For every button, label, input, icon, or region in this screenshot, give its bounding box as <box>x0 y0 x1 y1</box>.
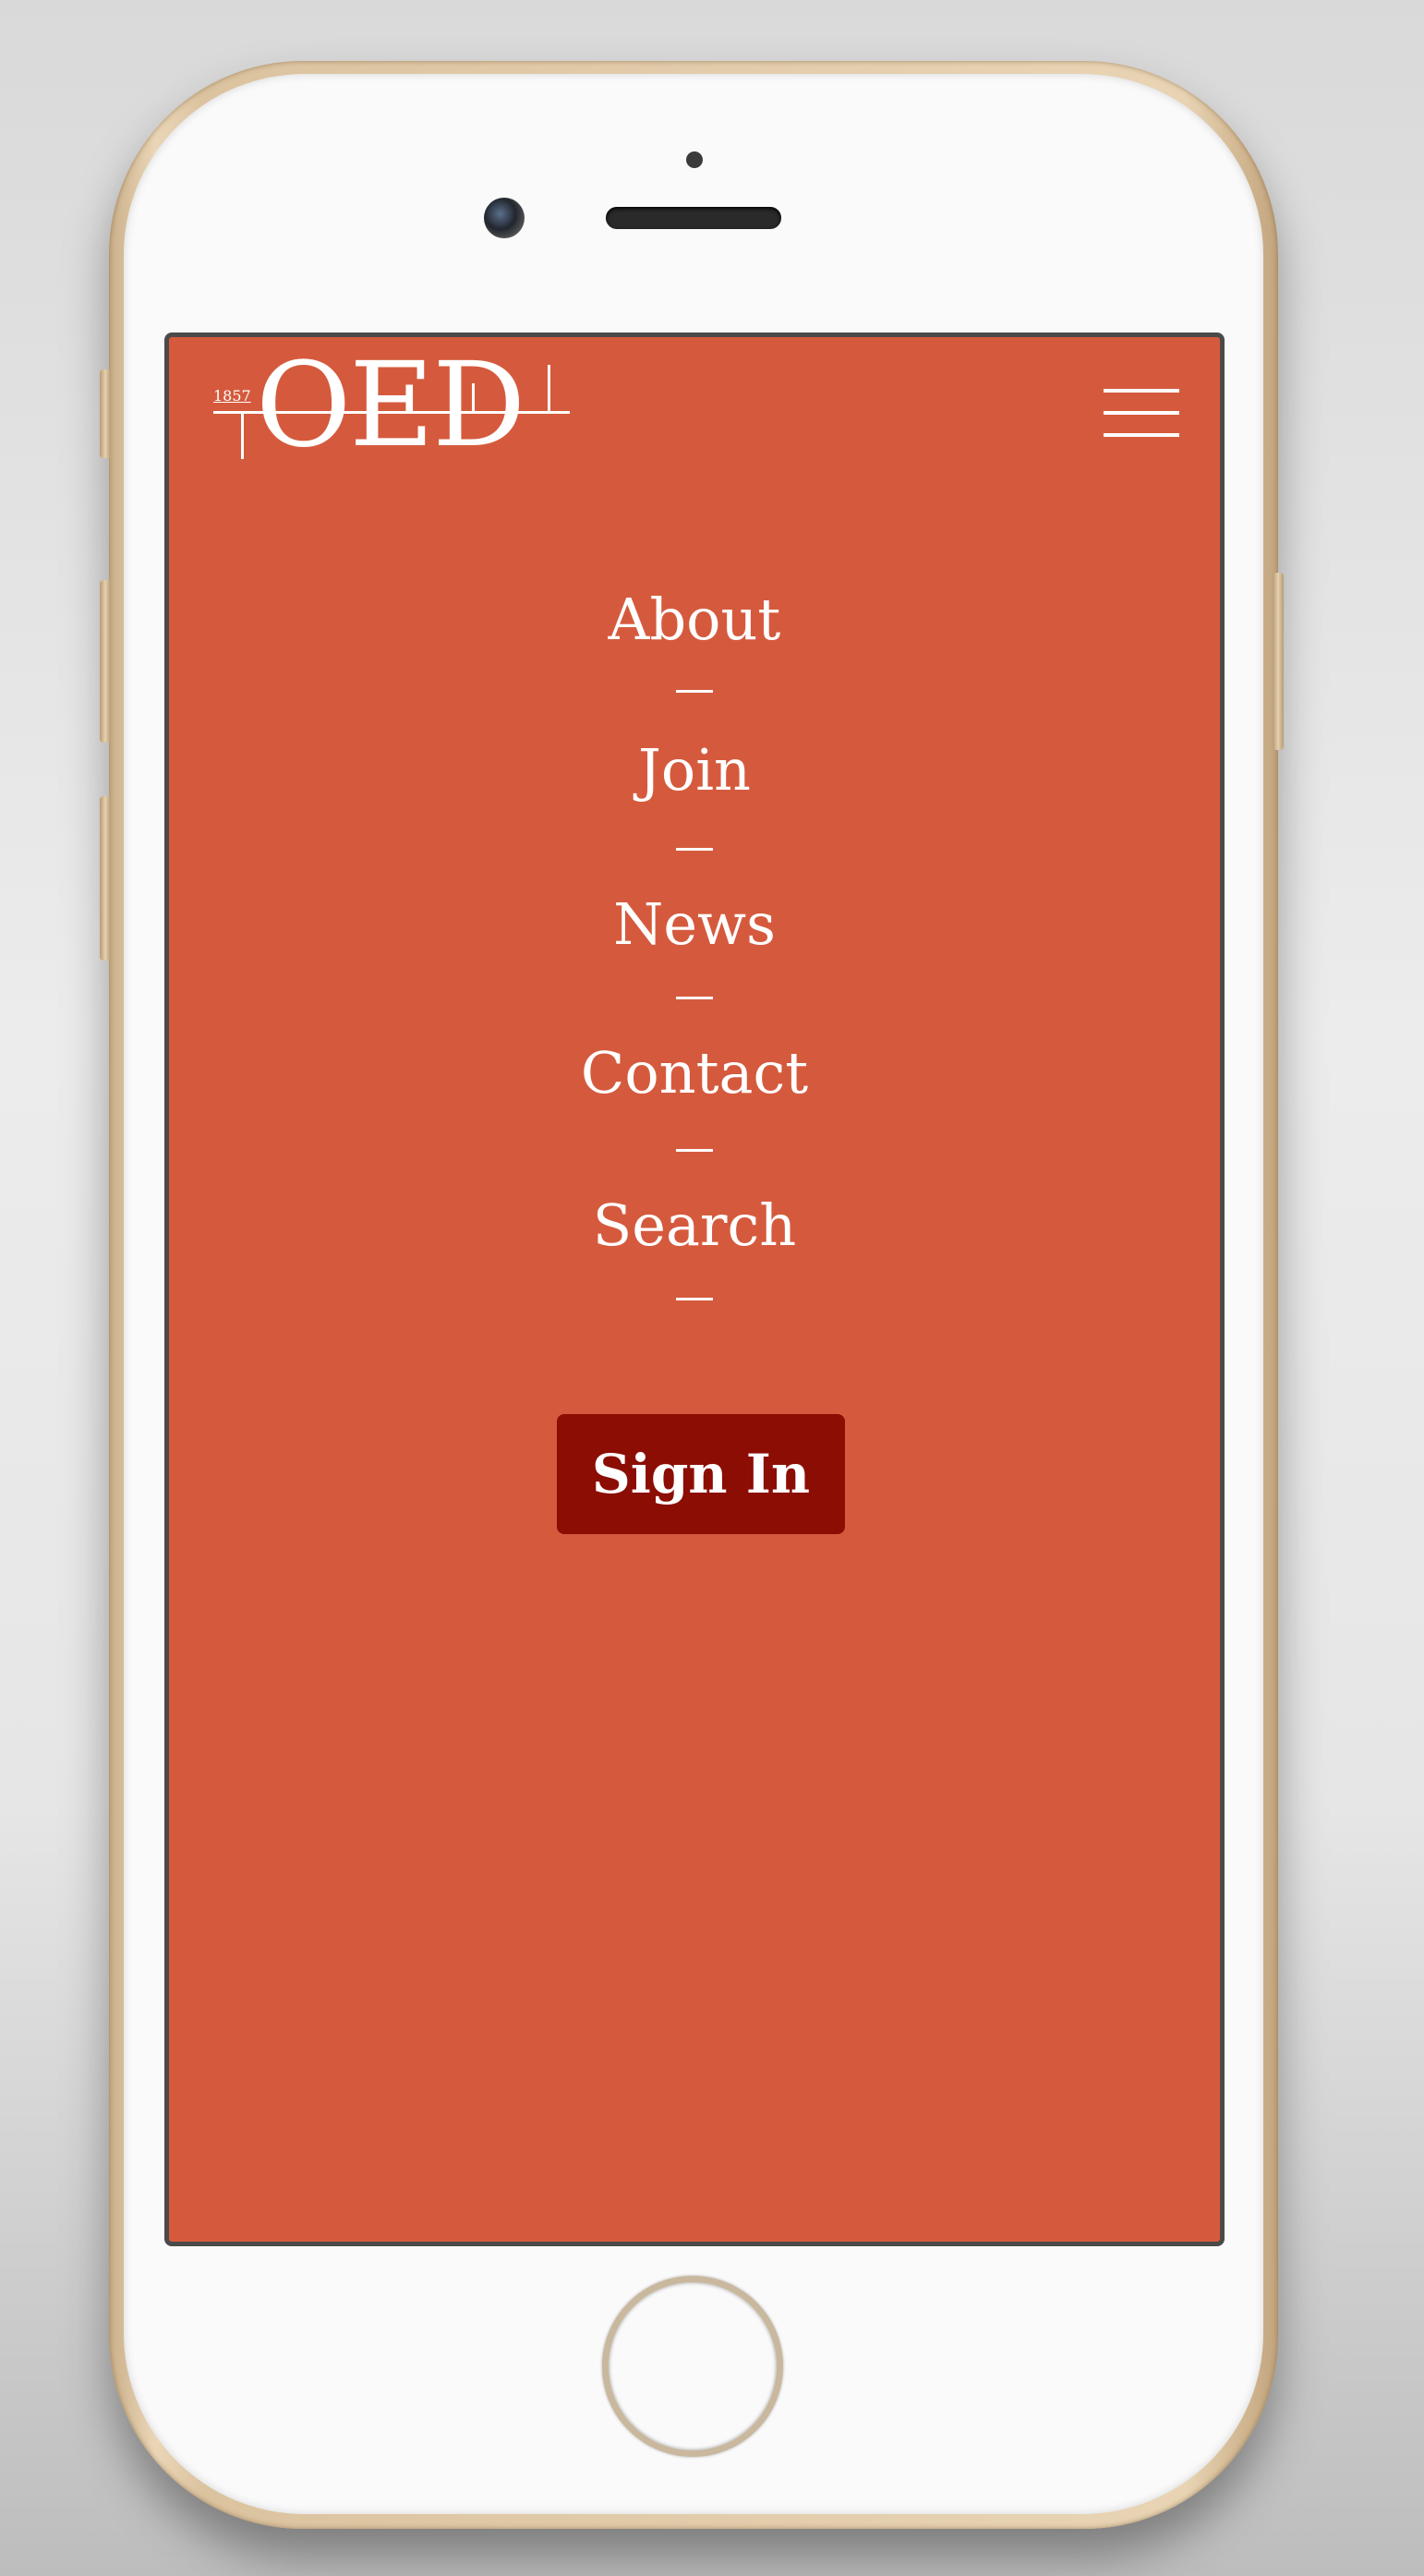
nav-separator <box>676 690 713 693</box>
nav-separator <box>676 848 713 851</box>
nav-separator <box>676 1149 713 1152</box>
nav-item-about[interactable]: About <box>169 587 1220 653</box>
logo-year: 1857 <box>213 387 251 405</box>
front-camera <box>484 198 525 238</box>
mute-switch <box>100 369 111 458</box>
nav-separator <box>676 997 713 999</box>
nav-item-search[interactable]: Search <box>169 1192 1220 1259</box>
nav-item-news[interactable]: News <box>169 891 1220 958</box>
home-button <box>602 2276 783 2457</box>
menu-bar-bottom <box>1104 433 1179 437</box>
proximity-sensor <box>686 151 703 168</box>
menu-bar-top <box>1104 389 1179 393</box>
logo-tick-left <box>241 411 244 459</box>
phone-screen: 1857 OED About Join News Contact Search … <box>164 333 1225 2246</box>
volume-up-button <box>100 580 111 743</box>
volume-down-button <box>100 796 111 961</box>
menu-bar-middle <box>1104 411 1179 415</box>
nav-item-join[interactable]: Join <box>169 737 1220 804</box>
nav-item-contact[interactable]: Contact <box>169 1040 1220 1107</box>
hamburger-menu-icon[interactable] <box>1104 389 1179 441</box>
logo-tick-right <box>548 365 550 413</box>
oed-logo[interactable]: 1857 OED <box>213 337 573 473</box>
logo-wordmark: OED <box>256 337 525 473</box>
earpiece-speaker <box>606 207 781 229</box>
nav-separator <box>676 1298 713 1300</box>
sign-in-button[interactable]: Sign In <box>557 1414 845 1534</box>
main-navigation: About Join News Contact Search <box>169 587 1220 1300</box>
power-button <box>1273 573 1284 750</box>
